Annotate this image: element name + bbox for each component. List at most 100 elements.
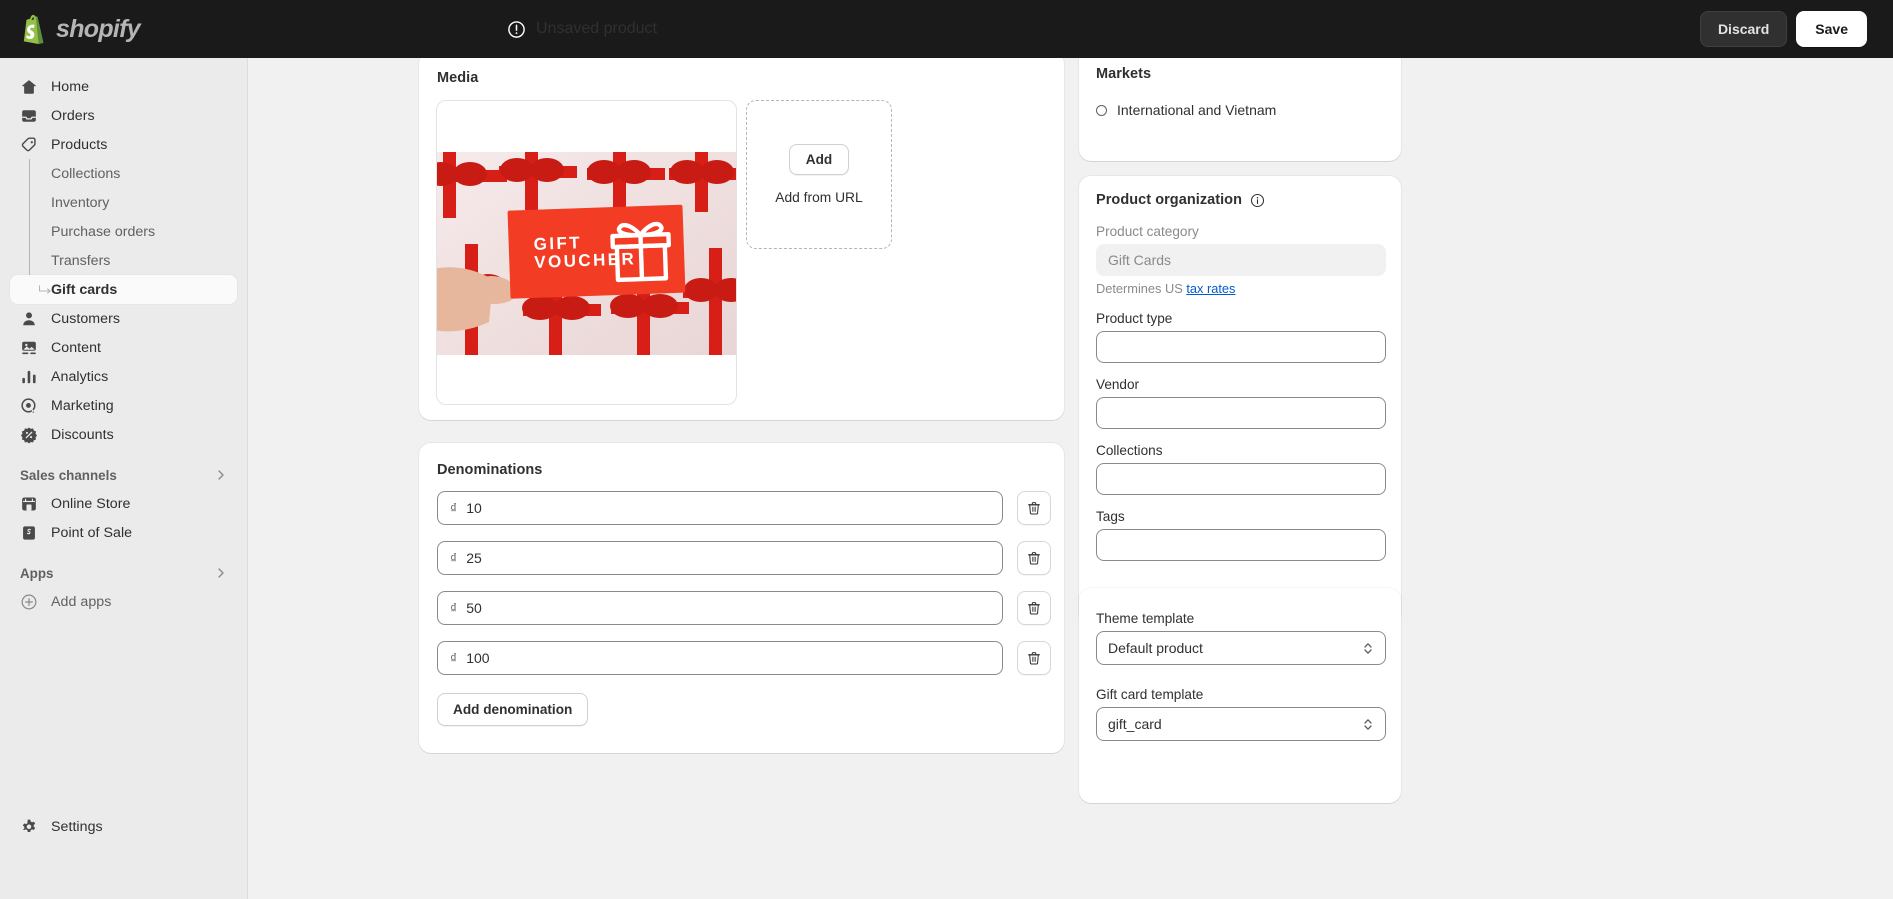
currency-symbol: ₫ [450,650,458,666]
currency-symbol: ₫ [450,550,458,566]
denomination-value: 25 [466,550,482,566]
sidebar-item-label: Purchase orders [51,223,156,240]
sidebar-item-add-apps[interactable]: Add apps [10,587,237,616]
storefront-icon [20,495,38,513]
tags-input[interactable] [1096,529,1386,561]
product-organization-card: Product organization Product category Gi… [1079,176,1401,626]
denomination-input[interactable]: ₫ 25 [437,541,1003,575]
market-entry[interactable]: International and Vietnam [1096,102,1384,118]
theme-template-value: Default product [1108,640,1203,656]
denomination-row: ₫ 50 [437,591,1051,625]
market-entry-label: International and Vietnam [1117,102,1277,118]
gift-card-template-select[interactable]: gift_card [1096,707,1386,741]
vendor-group: Vendor [1096,377,1386,429]
media-title: Media [437,70,479,86]
product-type-label: Product type [1096,311,1173,326]
sidebar-item-label: Online Store [51,495,131,512]
sidebar-item-label: Orders [51,107,95,124]
sidebar-item-home[interactable]: Home [10,72,237,101]
orders-inbox-icon [20,107,38,125]
theme-template-select[interactable]: Default product [1096,631,1386,665]
media-dropzone[interactable]: Add Add from URL [746,100,892,249]
sidebar-item-transfers[interactable]: Transfers [10,246,237,275]
product-category-group: Product category Gift Cards Determines U… [1096,224,1386,296]
delete-denomination-button[interactable] [1017,541,1051,575]
discard-button[interactable]: Discard [1699,11,1788,47]
save-button[interactable]: Save [1796,11,1867,47]
denomination-value: 10 [466,500,482,516]
add-from-url-link[interactable]: Add from URL [775,190,862,205]
product-category-field: Gift Cards [1096,244,1386,276]
sidebar-item-label: Analytics [51,368,109,385]
denominations-title: Denominations [437,462,543,478]
gear-icon [20,818,38,836]
sidebar-item-online-store[interactable]: Online Store [10,489,237,518]
product-type-input[interactable] [1096,331,1386,363]
shopify-logo[interactable]: shopify [20,14,300,44]
add-media-button[interactable]: Add [788,144,850,175]
currency-symbol: ₫ [450,600,458,616]
unsaved-status: Unsaved product [507,0,657,58]
alert-circle-icon [508,20,525,38]
markets-body: Markets International and Vietnam [1079,58,1401,134]
sidebar-item-label: Gift cards [51,281,118,298]
trash-icon [1028,602,1040,615]
theme-template-label: Theme template [1096,611,1195,626]
sidebar-item-point-of-sale[interactable]: Point of Sale [10,518,237,547]
sidebar-item-label: Products [51,136,108,153]
tax-rates-link[interactable]: tax rates [1186,281,1235,296]
globe-circle-icon [1096,104,1107,116]
sidebar-item-products[interactable]: Products [10,130,237,159]
sidebar-item-analytics[interactable]: Analytics [10,362,237,391]
point-of-sale-icon [20,524,38,542]
delete-denomination-button[interactable] [1017,641,1051,675]
sidebar-item-gift-cards[interactable]: Gift cards [10,275,237,304]
denomination-input[interactable]: ₫ 100 [437,641,1003,675]
discount-badge-icon [20,426,38,444]
tags-group: Tags [1096,509,1386,561]
sidebar-item-label: Inventory [51,194,110,211]
sidebar-item-content[interactable]: Content [10,333,237,362]
media-thumbnail[interactable]: GIFT VOUCHER [436,100,737,405]
denomination-row: ₫ 100 [437,641,1051,675]
unsaved-status-label: Unsaved product [536,20,657,37]
sidebar-item-label: Collections [51,165,121,182]
sidebar-item-label: Customers [51,310,121,327]
sidebar-item-label: Home [51,78,90,95]
denomination-row: ₫ 10 [437,491,1051,525]
sidebar-item-marketing[interactable]: Marketing [10,391,237,420]
chevron-right-icon [218,470,224,480]
sidebar-item-label: Discounts [51,426,114,443]
product-category-label: Product category [1096,224,1199,239]
vendor-input[interactable] [1096,397,1386,429]
sidebar-section-sales-channels[interactable]: Sales channels [10,461,237,489]
sidebar-section-apps[interactable]: Apps [10,559,237,587]
sidebar-item-collections[interactable]: Collections [10,159,237,188]
sidebar-item-label: Content [51,339,102,356]
product-category-value: Gift Cards [1108,252,1172,268]
sidebar-item-customers[interactable]: Customers [10,304,237,333]
sidebar-item-orders[interactable]: Orders [10,101,237,130]
denomination-value: 100 [466,650,490,666]
sidebar-item-inventory[interactable]: Inventory [10,188,237,217]
media-grid: GIFT VOUCHER Add Add from URL [436,100,892,405]
collections-input[interactable] [1096,463,1386,495]
delete-denomination-button[interactable] [1017,491,1051,525]
sidebar-item-purchase-orders[interactable]: Purchase orders [10,217,237,246]
delete-denomination-button[interactable] [1017,591,1051,625]
sidebar-item-settings[interactable]: Settings [10,812,237,841]
svg-text:VOUCHER: VOUCHER [534,249,636,272]
denomination-input[interactable]: ₫ 10 [437,491,1003,525]
sidebar-item-discounts[interactable]: Discounts [10,420,237,449]
shopify-wordmark: shopify [56,14,141,43]
product-organization-body: Product organization Product category Gi… [1079,176,1401,591]
denomination-input[interactable]: ₫ 50 [437,591,1003,625]
markets-title: Markets [1096,66,1152,82]
select-chevron-icon [1364,718,1372,730]
gift-card-template-value: gift_card [1108,716,1162,732]
trash-icon [1028,502,1040,515]
top-bar: shopify Unsaved product Discard Save [0,0,1893,58]
info-icon[interactable] [1250,193,1265,208]
add-denomination-button[interactable]: Add denomination [437,693,589,726]
